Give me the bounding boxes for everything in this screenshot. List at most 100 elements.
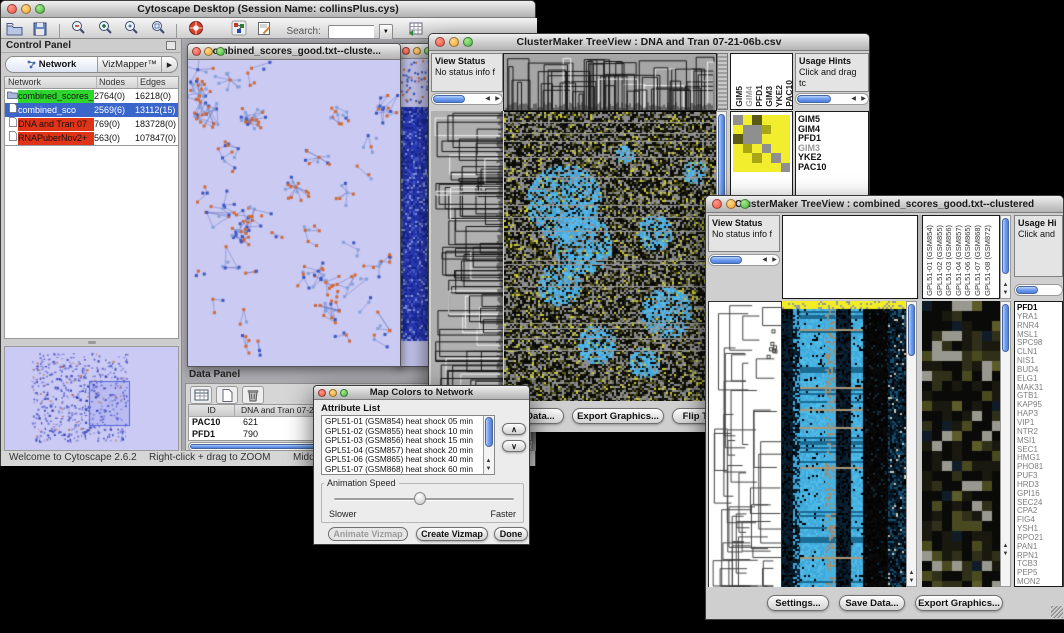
zoom-window-icon[interactable] — [740, 199, 750, 209]
column-label[interactable]: GPL51-04 (GSM857) — [954, 225, 964, 296]
help-lifering-icon[interactable] — [185, 19, 207, 37]
tv1-status-scrollbar[interactable]: ◀ ▶ — [431, 93, 503, 105]
column-label[interactable]: GIM4 — [744, 86, 754, 107]
zoom-matrix-cell[interactable] — [781, 125, 791, 135]
main-titlebar[interactable]: Cytoscape Desktop (Session Name: collins… — [1, 1, 535, 18]
resize-grip[interactable] — [1051, 606, 1063, 618]
gene-list-item[interactable]: PAC10 — [796, 163, 868, 173]
open-file-icon[interactable] — [3, 20, 25, 38]
tv2-status-scrollbar[interactable]: ◀ ▶ — [708, 254, 780, 266]
zoom-matrix-cell[interactable] — [743, 125, 753, 135]
zoom-matrix-cell[interactable] — [743, 134, 753, 144]
select-attributes-icon[interactable] — [190, 386, 212, 404]
zoom-matrix-cell[interactable] — [771, 163, 781, 173]
zoom-matrix-cell[interactable] — [743, 153, 753, 163]
zoom-matrix-cell[interactable] — [743, 115, 753, 125]
zoom-matrix-cell[interactable] — [762, 134, 772, 144]
annotation-icon[interactable] — [254, 20, 276, 38]
column-label[interactable]: GIM5 — [734, 86, 744, 107]
column-label[interactable]: YKE2 — [774, 85, 784, 107]
attribute-item[interactable]: GPL51-07 (GSM868) heat shock 60 min — [322, 465, 482, 475]
zoom-matrix-cell[interactable] — [733, 153, 743, 163]
tv1-hints-scrollbar[interactable]: ◀ ▶ — [795, 93, 869, 105]
zoom-selected-icon[interactable] — [120, 19, 142, 37]
panel-splitter[interactable] — [4, 339, 179, 346]
scroll-down-icon[interactable]: ▼ — [1001, 290, 1010, 297]
tv1-heatmap[interactable] — [504, 111, 716, 402]
scroll-up-icon[interactable]: ▲ — [907, 570, 916, 577]
zoom-window-icon[interactable] — [35, 4, 45, 14]
tv2-heatmap[interactable] — [782, 301, 906, 587]
column-label[interactable]: GPL51-02 (GSM855) — [935, 225, 945, 296]
treeview1-titlebar[interactable]: ClusterMaker TreeView : DNA and Tran 07-… — [429, 34, 869, 51]
tv1-column-dendrogram[interactable] — [503, 53, 717, 111]
zoom-matrix-cell[interactable] — [752, 115, 762, 125]
zoom-fit-icon[interactable] — [147, 19, 169, 37]
minimize-icon[interactable] — [21, 4, 31, 14]
scroll-left-icon[interactable]: ◀ — [849, 96, 858, 103]
birdseye-canvas[interactable] — [5, 347, 178, 450]
zoom-matrix-cell[interactable] — [762, 125, 772, 135]
zoom-matrix-cell[interactable] — [781, 163, 791, 173]
zoom-matrix-cell[interactable] — [752, 153, 762, 163]
tab-overflow-button[interactable]: ▶ — [162, 57, 177, 72]
zoom-matrix-cell[interactable] — [733, 115, 743, 125]
tv1-row-dendrogram[interactable] — [431, 111, 503, 401]
animate-vizmap-button[interactable]: Animate Vizmap — [328, 527, 408, 541]
tv1-zoom-heatmap[interactable] — [733, 115, 790, 172]
scroll-left-icon[interactable]: ◀ — [760, 257, 769, 264]
tv2-labels-vscrollbar[interactable]: ▲ ▼ — [1000, 215, 1011, 299]
save-icon[interactable] — [29, 20, 51, 38]
zoom-matrix-cell[interactable] — [743, 163, 753, 173]
zoom-matrix-cell[interactable] — [743, 144, 753, 154]
zoom-matrix-cell[interactable] — [752, 163, 762, 173]
zoom-window-icon[interactable] — [463, 37, 473, 47]
col-network[interactable]: Network — [5, 77, 97, 88]
column-label[interactable]: GPL51-03 (GSM856) — [944, 225, 954, 296]
zoom-matrix-cell[interactable] — [771, 153, 781, 163]
close-icon[interactable] — [318, 389, 326, 397]
zoom-matrix-cell[interactable] — [781, 144, 791, 154]
column-label[interactable]: PAC10 — [784, 80, 793, 107]
network-row[interactable]: RNAPuberNov2+ 563(0) 107847(0) — [5, 131, 178, 145]
zoom-matrix-cell[interactable] — [771, 115, 781, 125]
done-button[interactable]: Done — [494, 527, 528, 541]
zoom-matrix-cell[interactable] — [733, 163, 743, 173]
attribute-list-vscrollbar[interactable]: ▲ ▼ — [483, 416, 494, 474]
column-label[interactable]: GPL51-06 (GSM865) — [963, 225, 973, 296]
close-icon[interactable] — [192, 47, 201, 56]
move-down-button[interactable]: ∨ — [502, 440, 526, 452]
zoom-matrix-cell[interactable] — [781, 115, 791, 125]
scroll-up-icon[interactable]: ▲ — [484, 458, 493, 465]
tv2-heatmap-vscrollbar[interactable]: ▲ ▼ — [906, 301, 917, 587]
create-vizmap-button[interactable]: Create Vizmap — [416, 527, 488, 541]
new-attribute-icon[interactable] — [216, 386, 238, 404]
column-label[interactable]: GPL51-08 (GSM872) — [983, 225, 993, 296]
network-canvas[interactable] — [188, 60, 400, 366]
zoom-out-icon[interactable] — [67, 19, 89, 37]
zoom-matrix-cell[interactable] — [752, 144, 762, 154]
zoom-matrix-cell[interactable] — [752, 134, 762, 144]
scroll-down-icon[interactable]: ▼ — [484, 466, 493, 473]
close-icon[interactable] — [402, 47, 410, 55]
scroll-left-icon[interactable]: ◀ — [483, 96, 492, 103]
gene-list-item[interactable]: MON2 — [1015, 578, 1062, 587]
tv2-zoom-vscrollbar[interactable]: ▲ ▼ — [1000, 301, 1011, 587]
column-label[interactable]: GPL51-01 (GSM854) — [925, 225, 935, 296]
tab-vizmapper[interactable]: VizMapper™ — [98, 57, 162, 72]
treeview2-titlebar[interactable]: ClusterMaker TreeView : combined_scores_… — [706, 196, 1063, 213]
minimize-icon[interactable] — [449, 37, 459, 47]
column-label[interactable]: GIM3 — [764, 86, 774, 107]
zoom-window-icon[interactable] — [216, 47, 225, 56]
minimize-icon[interactable] — [413, 47, 421, 55]
tv1-column-strip[interactable] — [717, 53, 728, 110]
minimize-icon[interactable] — [726, 199, 736, 209]
search-input[interactable] — [328, 25, 374, 39]
id-column-header[interactable]: ID — [189, 405, 235, 416]
col-nodes[interactable]: Nodes — [97, 77, 138, 88]
zoom-window-icon[interactable] — [340, 389, 348, 397]
zoom-matrix-cell[interactable] — [762, 144, 772, 154]
birdseye-view[interactable] — [4, 346, 179, 451]
tv2-zoom-heatmap[interactable] — [922, 301, 1000, 587]
column-label[interactable]: GPL51-07 (GSM868) — [973, 225, 983, 296]
